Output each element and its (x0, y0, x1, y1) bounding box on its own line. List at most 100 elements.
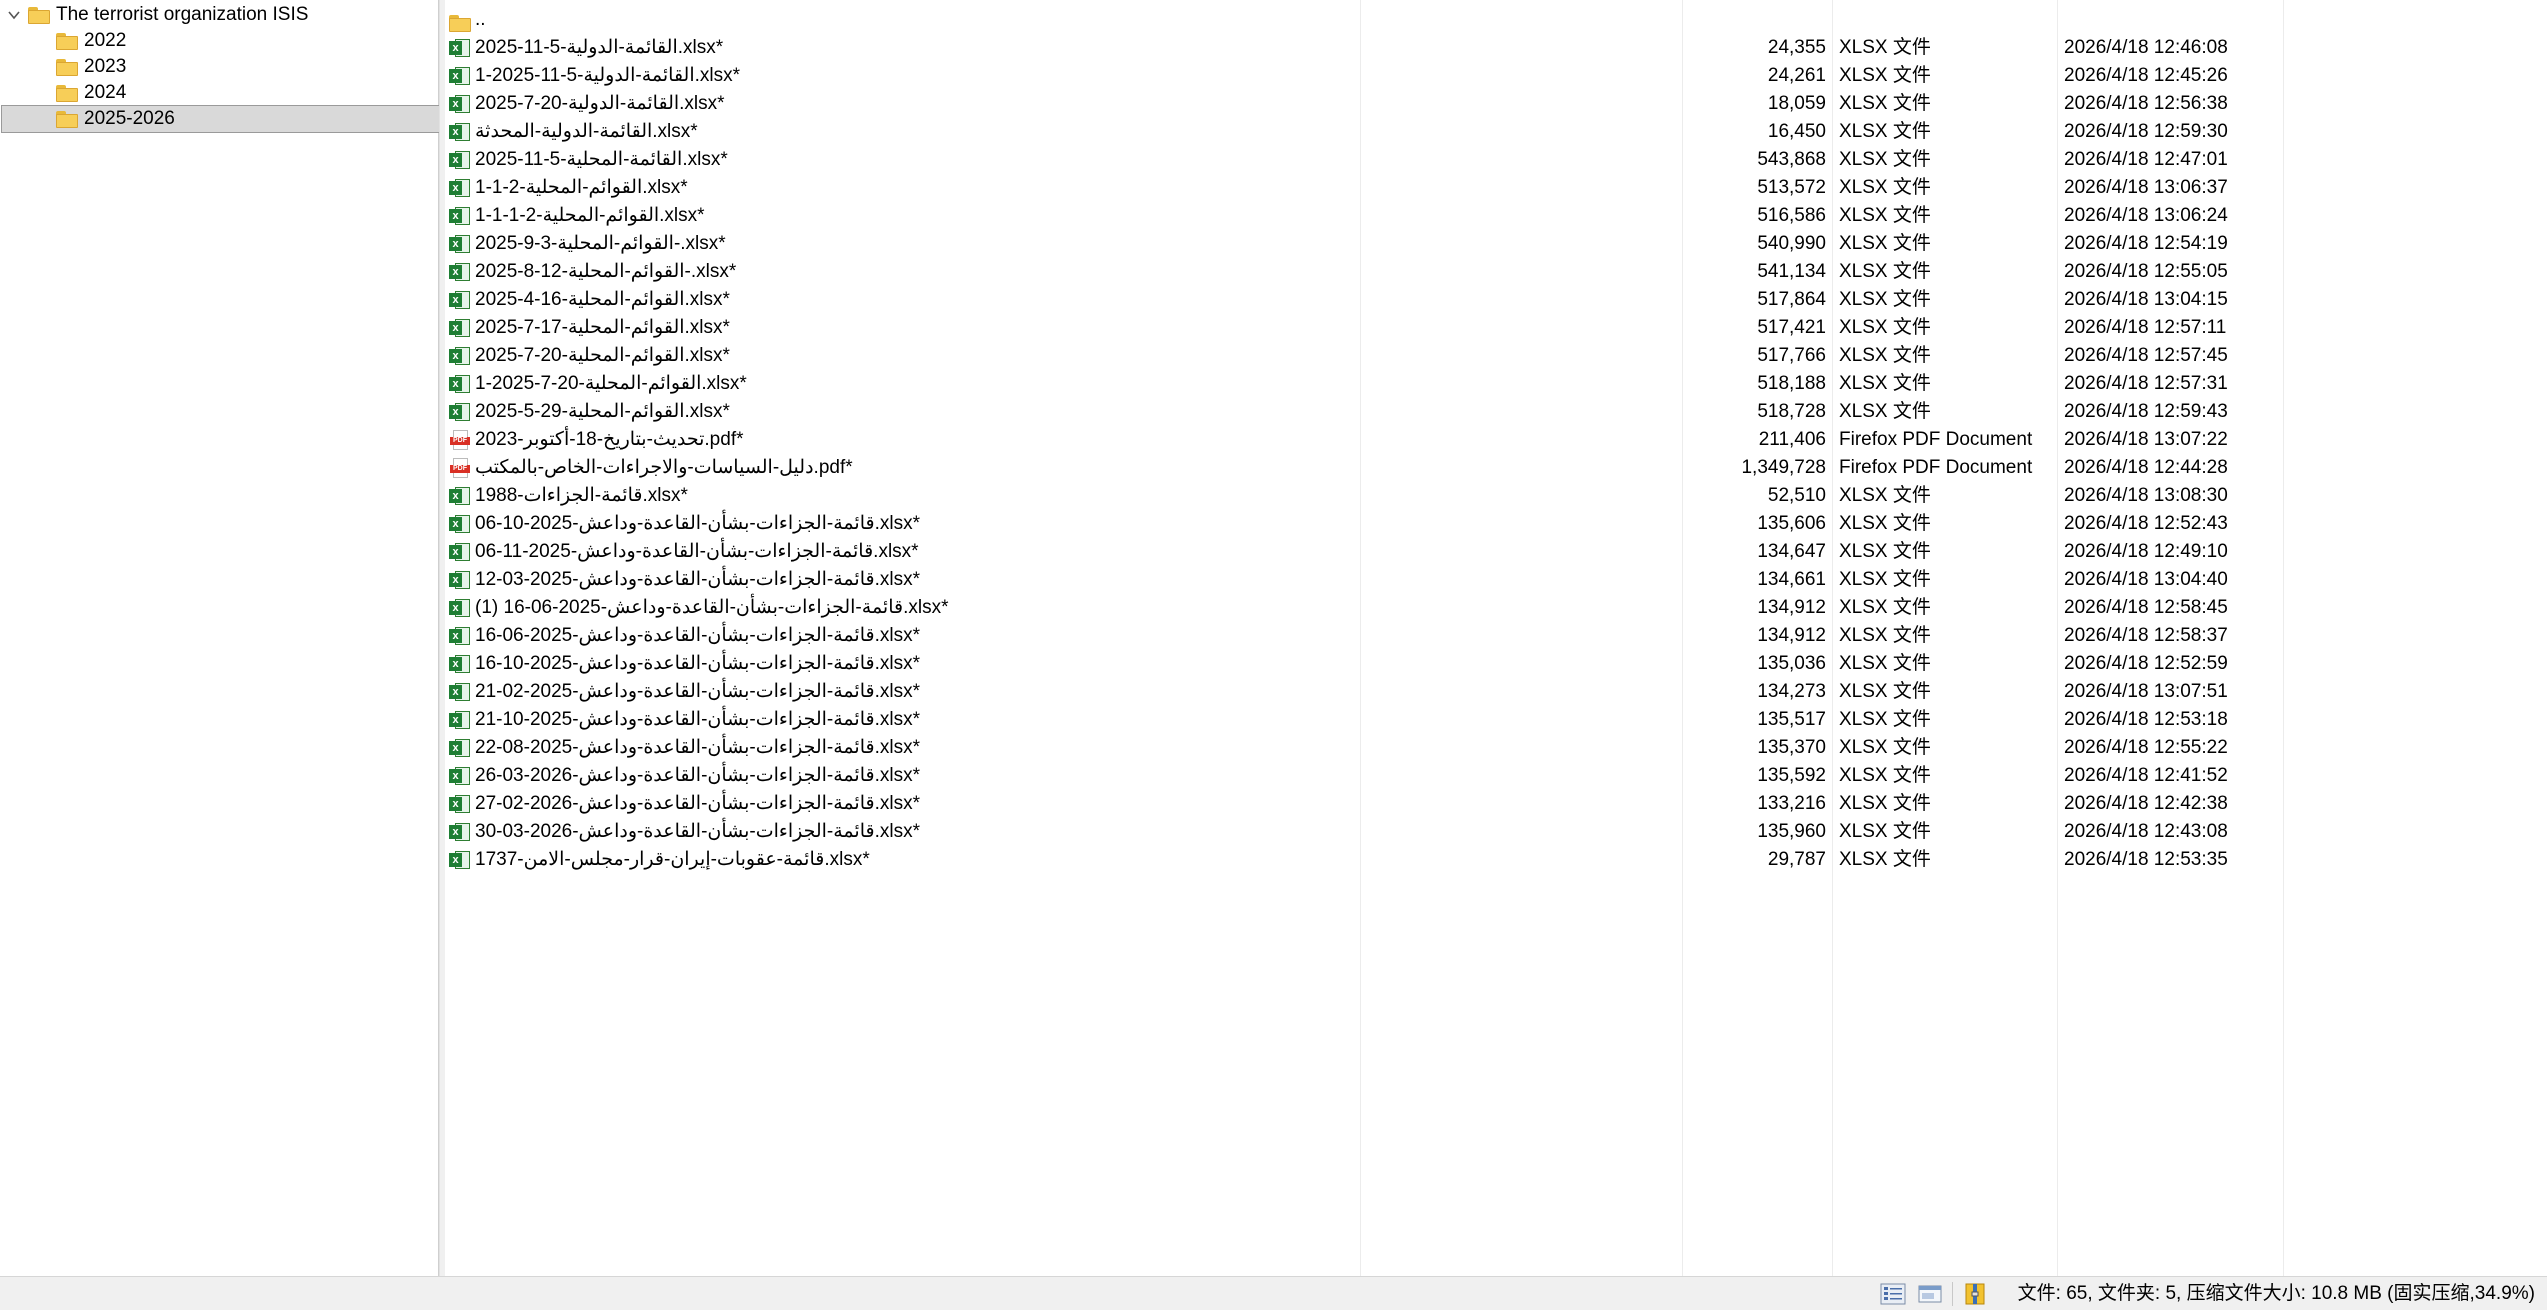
file-row[interactable]: PDF دليل-السياسات-والاجراءات-الخاص-بالمكت… (445, 454, 2547, 482)
file-row[interactable]: x قائمة-الجزاءات-بشأن-القاعدة-وداعش-2025-… (445, 706, 2547, 734)
file-row[interactable]: x 1-2025-11-5-القائمة-الدولية.xlsx* 24,261… (445, 62, 2547, 90)
file-size: 540,990 (1757, 233, 1826, 254)
tree-item-folder[interactable]: 2024 (56, 80, 126, 106)
file-size: 135,036 (1757, 653, 1826, 674)
file-modified: 2026/4/18 12:49:10 (2064, 541, 2228, 562)
file-size: 134,661 (1757, 569, 1826, 590)
file-type: XLSX 文件 (1839, 597, 1931, 618)
folder-up-icon (448, 6, 472, 34)
folder-tree[interactable]: The terrorist organization ISIS 2022 2023… (0, 0, 489, 1276)
status-divider (1952, 1282, 1953, 1306)
file-modified: 2026/4/18 12:54:19 (2064, 233, 2228, 254)
file-modified: 2026/4/18 12:41:52 (2064, 765, 2228, 786)
file-modified: 2026/4/18 12:45:26 (2064, 65, 2228, 86)
file-row[interactable]: x 1-1-1-2-القوائم-المحلية.xlsx* 516,586 XLS… (445, 202, 2547, 230)
file-type: XLSX 文件 (1839, 793, 1931, 814)
file-modified: 2026/4/18 12:58:45 (2064, 597, 2228, 618)
file-size: 517,766 (1757, 345, 1826, 366)
file-size: 24,355 (1767, 37, 1826, 58)
file-row[interactable]: x قائمة-الجزاءات-بشأن-القاعدة-وداعش-2025-… (445, 650, 2547, 678)
file-row[interactable]: x قائمة-الجزاءات-بشأن-القاعدة-وداعش-2026-… (445, 762, 2547, 790)
file-modified: 2026/4/18 12:53:35 (2064, 849, 2228, 870)
file-type: XLSX 文件 (1839, 653, 1931, 674)
file-modified: 2026/4/18 12:56:38 (2064, 93, 2228, 114)
file-row[interactable]: x 2025-9-3-القوائم-المحلية-.xlsx* 540,990 X… (445, 230, 2547, 258)
file-type: XLSX 文件 (1839, 625, 1931, 646)
chevron-down-icon[interactable] (6, 2, 22, 28)
file-type: XLSX 文件 (1839, 65, 1931, 86)
file-modified: 2026/4/18 12:44:28 (2064, 457, 2228, 478)
file-type: XLSX 文件 (1839, 681, 1931, 702)
parent-folder-row[interactable]: .. (445, 6, 2547, 34)
file-size: 135,517 (1757, 709, 1826, 730)
tree-item-label: 2023 (84, 56, 127, 77)
file-modified: 2026/4/18 12:55:22 (2064, 737, 2228, 758)
file-type: XLSX 文件 (1839, 373, 1931, 394)
file-modified: 2026/4/18 12:58:37 (2064, 625, 2228, 646)
file-modified: 2026/4/18 13:07:22 (2064, 429, 2228, 450)
file-row[interactable]: x 2025-7-17-القوائم-المحلية.xlsx* 517,421 X… (445, 314, 2547, 342)
file-row[interactable]: x قائمة-الجزاءات-بشأن-القاعدة-وداعش-2025-… (445, 538, 2547, 566)
file-row[interactable]: x قائمة-الجزاءات-بشأن-القاعدة-وداعش-2025-… (445, 510, 2547, 538)
file-size: 135,592 (1757, 765, 1826, 786)
file-type: XLSX 文件 (1839, 765, 1931, 786)
folder-icon (28, 6, 50, 24)
file-type: Firefox PDF Document (1839, 457, 2033, 478)
tree-item-label: 2024 (84, 82, 127, 103)
file-type: XLSX 文件 (1839, 121, 1931, 142)
file-modified: 2026/4/18 12:52:59 (2064, 653, 2228, 674)
file-row[interactable]: x 2025-11-5-القائمة-المحلية.xlsx* 543,868 X… (445, 146, 2547, 174)
file-modified: 2026/4/18 12:46:08 (2064, 37, 2228, 58)
file-row[interactable]: x 2025-11-5-القائمة-الدولية.xlsx* 24,355 XL… (445, 34, 2547, 62)
file-type: XLSX 文件 (1839, 541, 1931, 562)
parent-folder-label: .. (475, 9, 486, 30)
file-type: XLSX 文件 (1839, 709, 1931, 730)
tree-item-folder[interactable]: 2025-2026 (1, 105, 489, 133)
file-size: 134,912 (1757, 597, 1826, 618)
file-size: 29,787 (1767, 849, 1826, 870)
archive-icon[interactable] (1962, 1283, 1988, 1305)
file-modified: 2026/4/18 12:59:30 (2064, 121, 2228, 142)
file-size: 16,450 (1767, 121, 1826, 142)
file-row[interactable]: x قائمة-الجزاءات-1988.xlsx* 52,510 XLSX 文件 2… (445, 482, 2547, 510)
file-type: Firefox PDF Document (1839, 429, 2033, 450)
folder-icon (56, 84, 78, 102)
file-modified: 2026/4/18 12:57:31 (2064, 373, 2228, 394)
tree-item-root[interactable]: The terrorist organization ISIS (6, 2, 308, 28)
folder-icon (56, 32, 78, 50)
file-type: XLSX 文件 (1839, 485, 1931, 506)
file-row[interactable]: x قائمة-الجزاءات-بشأن-القاعدة-وداعش-2025-… (445, 566, 2547, 594)
file-row[interactable]: x 2025-4-16-القوائم-المحلية.xlsx* 517,864 X… (445, 286, 2547, 314)
tree-item-folder[interactable]: 2022 (56, 28, 126, 54)
file-modified: 2026/4/18 13:08:30 (2064, 485, 2228, 506)
file-row[interactable]: PDF تحديث-بتاريخ-18-أكتوبر-2023.pdf* 211,4… (445, 426, 2547, 454)
file-row[interactable]: x 2025-5-29-القوائم-المحلية.xlsx* 518,728 X… (445, 398, 2547, 426)
file-row[interactable]: x قائمة-الجزاءات-بشأن-القاعدة-وداعش-2025-… (445, 622, 2547, 650)
preview-pane-icon[interactable] (1917, 1283, 1943, 1305)
tree-item-label: 2025-2026 (84, 108, 175, 129)
tree-item-folder[interactable]: 2023 (56, 54, 126, 80)
file-size: 516,586 (1757, 205, 1826, 226)
file-row[interactable]: x قائمة-الجزاءات-بشأن-القاعدة-وداعش-2025-… (445, 678, 2547, 706)
file-row[interactable]: x 1-1-2-القوائم-المحلية.xlsx* 513,572 XLSX … (445, 174, 2547, 202)
file-row[interactable]: x 2025-7-20-القائمة-الدولية.xlsx* 18,059 XL… (445, 90, 2547, 118)
file-row[interactable]: x قائمة-عقوبات-إيران-قرار-مجلس-الامن-1737… (445, 846, 2547, 874)
file-type: XLSX 文件 (1839, 233, 1931, 254)
file-row[interactable]: x 2025-8-12-القوائم-المحلية-.xlsx* 541,134… (445, 258, 2547, 286)
file-list[interactable]: .. x 2025-11-5-القائمة-الدولية.xlsx* 24,35… (445, 0, 2547, 1276)
file-row[interactable]: x قائمة-الجزاءات-بشأن-القاعدة-وداعش-2026-… (445, 790, 2547, 818)
file-row[interactable]: x قائمة-الجزاءات-بشأن-القاعدة-وداعش-2026-… (445, 818, 2547, 846)
file-type: XLSX 文件 (1839, 177, 1931, 198)
file-row[interactable]: x القائمة-الدولية-المحدثة.xlsx* 16,450 XLSX… (445, 118, 2547, 146)
file-size: 134,912 (1757, 625, 1826, 646)
tree-item-label: The terrorist organization ISIS (56, 4, 309, 25)
file-modified: 2026/4/18 12:57:45 (2064, 345, 2228, 366)
file-row[interactable]: x قائمة-الجزاءات-بشأن-القاعدة-وداعش-2025-… (445, 594, 2547, 622)
file-modified: 2026/4/18 13:07:51 (2064, 681, 2228, 702)
details-view-icon[interactable] (1880, 1283, 1906, 1305)
file-type: XLSX 文件 (1839, 345, 1931, 366)
file-row[interactable]: x 1-2025-7-20-القوائم-المحلية.xlsx* 518,18… (445, 370, 2547, 398)
file-row[interactable]: x 2025-7-20-القوائم-المحلية.xlsx* 517,766 X… (445, 342, 2547, 370)
status-text: 文件: 65, 文件夹: 5, 压缩文件大小: 10.8 MB (固实压缩,34… (2017, 1283, 2535, 1304)
file-row[interactable]: x قائمة-الجزاءات-بشأن-القاعدة-وداعش-2025-… (445, 734, 2547, 762)
